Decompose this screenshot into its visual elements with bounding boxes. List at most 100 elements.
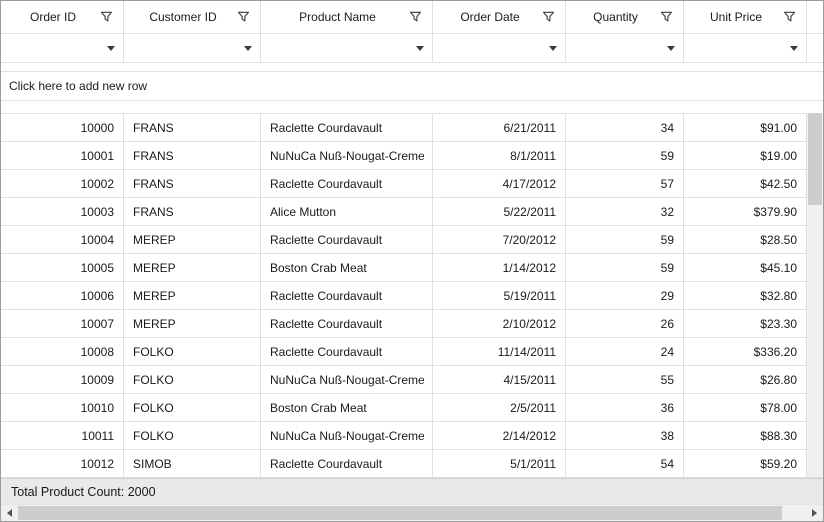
filter-cell-order_id[interactable] <box>1 34 124 62</box>
cell-customer_id[interactable]: FOLKO <box>124 366 261 393</box>
table-row[interactable]: 10012 SIMOB Raclette Courdavault 5/1/2011 54… <box>1 450 823 478</box>
filter-funnel-icon[interactable] <box>100 11 113 24</box>
table-row[interactable]: 10008 FOLKO Raclette Courdavault 11/14/2011… <box>1 338 823 366</box>
cell-product_name[interactable]: NuNuCa Nuß-Nougat-Creme <box>261 422 433 449</box>
cell-unit_price[interactable]: $78.00 <box>684 394 807 421</box>
vertical-scrollbar[interactable] <box>807 113 823 477</box>
cell-customer_id[interactable]: FOLKO <box>124 422 261 449</box>
column-header-customer_id[interactable]: Customer ID <box>124 1 261 33</box>
filter-funnel-icon[interactable] <box>237 11 250 24</box>
cell-customer_id[interactable]: FRANS <box>124 198 261 225</box>
cell-product_name[interactable]: Boston Crab Meat <box>261 394 433 421</box>
filter-cell-unit_price[interactable] <box>684 34 807 62</box>
table-row[interactable]: 10003 FRANS Alice Mutton 5/22/2011 32 $379.90 <box>1 198 823 226</box>
cell-product_name[interactable]: Alice Mutton <box>261 198 433 225</box>
cell-product_name[interactable]: Raclette Courdavault <box>261 338 433 365</box>
cell-customer_id[interactable]: MEREP <box>124 310 261 337</box>
cell-order_id[interactable]: 10002 <box>1 170 124 197</box>
filter-funnel-icon[interactable] <box>542 11 555 24</box>
table-row[interactable]: 10004 MEREP Raclette Courdavault 7/20/2012 5… <box>1 226 823 254</box>
cell-order_date[interactable]: 11/14/2011 <box>433 338 566 365</box>
cell-quantity[interactable]: 29 <box>566 282 684 309</box>
filter-cell-order_date[interactable] <box>433 34 566 62</box>
filter-cell-product_name[interactable] <box>261 34 433 62</box>
horizontal-scroll-thumb[interactable] <box>18 506 783 520</box>
column-header-product_name[interactable]: Product Name <box>261 1 433 33</box>
cell-quantity[interactable]: 32 <box>566 198 684 225</box>
cell-product_name[interactable]: Raclette Courdavault <box>261 114 433 141</box>
cell-order_date[interactable]: 5/19/2011 <box>433 282 566 309</box>
table-row[interactable]: 10001 FRANS NuNuCa Nuß-Nougat-Creme 8/1/201… <box>1 142 823 170</box>
cell-order_date[interactable]: 2/10/2012 <box>433 310 566 337</box>
cell-order_id[interactable]: 10010 <box>1 394 124 421</box>
cell-quantity[interactable]: 24 <box>566 338 684 365</box>
cell-quantity[interactable]: 59 <box>566 226 684 253</box>
filter-dropdown-button[interactable] <box>541 34 565 62</box>
horizontal-scroll-track[interactable] <box>18 505 806 521</box>
cell-unit_price[interactable]: $19.00 <box>684 142 807 169</box>
table-row[interactable]: 10009 FOLKO NuNuCa Nuß-Nougat-Creme 4/15/20… <box>1 366 823 394</box>
cell-quantity[interactable]: 26 <box>566 310 684 337</box>
cell-customer_id[interactable]: MEREP <box>124 254 261 281</box>
cell-product_name[interactable]: Raclette Courdavault <box>261 226 433 253</box>
filter-dropdown-button[interactable] <box>99 34 123 62</box>
cell-customer_id[interactable]: FOLKO <box>124 394 261 421</box>
cell-unit_price[interactable]: $32.80 <box>684 282 807 309</box>
cell-product_name[interactable]: Boston Crab Meat <box>261 254 433 281</box>
cell-order_id[interactable]: 10001 <box>1 142 124 169</box>
cell-unit_price[interactable]: $23.30 <box>684 310 807 337</box>
table-row[interactable]: 10010 FOLKO Boston Crab Meat 2/5/2011 36 $78.… <box>1 394 823 422</box>
table-row[interactable]: 10005 MEREP Boston Crab Meat 1/14/2012 59 $45… <box>1 254 823 282</box>
cell-order_date[interactable]: 5/22/2011 <box>433 198 566 225</box>
cell-customer_id[interactable]: SIMOB <box>124 450 261 477</box>
table-row[interactable]: 10007 MEREP Raclette Courdavault 2/10/2012 2… <box>1 310 823 338</box>
cell-quantity[interactable]: 38 <box>566 422 684 449</box>
cell-quantity[interactable]: 57 <box>566 170 684 197</box>
scroll-left-button[interactable] <box>1 505 18 521</box>
table-row[interactable]: 10000 FRANS Raclette Courdavault 6/21/2011 3… <box>1 114 823 142</box>
filter-funnel-icon[interactable] <box>409 11 422 24</box>
cell-quantity[interactable]: 55 <box>566 366 684 393</box>
cell-customer_id[interactable]: FRANS <box>124 170 261 197</box>
filter-cell-customer_id[interactable] <box>124 34 261 62</box>
cell-order_date[interactable]: 5/1/2011 <box>433 450 566 477</box>
cell-order_id[interactable]: 10000 <box>1 114 124 141</box>
filter-cell-quantity[interactable] <box>566 34 684 62</box>
cell-order_date[interactable]: 2/14/2012 <box>433 422 566 449</box>
cell-customer_id[interactable]: MEREP <box>124 282 261 309</box>
cell-order_id[interactable]: 10009 <box>1 366 124 393</box>
cell-unit_price[interactable]: $59.20 <box>684 450 807 477</box>
filter-funnel-icon[interactable] <box>660 11 673 24</box>
cell-product_name[interactable]: Raclette Courdavault <box>261 450 433 477</box>
filter-funnel-icon[interactable] <box>783 11 796 24</box>
cell-product_name[interactable]: Raclette Courdavault <box>261 310 433 337</box>
cell-order_id[interactable]: 10003 <box>1 198 124 225</box>
table-row[interactable]: 10002 FRANS Raclette Courdavault 4/17/2012 5… <box>1 170 823 198</box>
cell-unit_price[interactable]: $336.20 <box>684 338 807 365</box>
cell-unit_price[interactable]: $45.10 <box>684 254 807 281</box>
cell-order_id[interactable]: 10006 <box>1 282 124 309</box>
column-header-order_id[interactable]: Order ID <box>1 1 124 33</box>
cell-order_id[interactable]: 10011 <box>1 422 124 449</box>
cell-customer_id[interactable]: FRANS <box>124 142 261 169</box>
cell-order_id[interactable]: 10004 <box>1 226 124 253</box>
cell-unit_price[interactable]: $26.80 <box>684 366 807 393</box>
vertical-scroll-thumb[interactable] <box>808 113 822 205</box>
cell-quantity[interactable]: 36 <box>566 394 684 421</box>
cell-quantity[interactable]: 34 <box>566 114 684 141</box>
add-new-row[interactable]: Click here to add new row <box>1 71 823 101</box>
cell-unit_price[interactable]: $379.90 <box>684 198 807 225</box>
cell-order_id[interactable]: 10007 <box>1 310 124 337</box>
cell-unit_price[interactable]: $28.50 <box>684 226 807 253</box>
cell-order_date[interactable]: 6/21/2011 <box>433 114 566 141</box>
filter-dropdown-button[interactable] <box>408 34 432 62</box>
cell-order_date[interactable]: 4/15/2011 <box>433 366 566 393</box>
cell-product_name[interactable]: NuNuCa Nuß-Nougat-Creme <box>261 142 433 169</box>
cell-order_id[interactable]: 10012 <box>1 450 124 477</box>
filter-dropdown-button[interactable] <box>782 34 806 62</box>
cell-order_id[interactable]: 10005 <box>1 254 124 281</box>
cell-quantity[interactable]: 59 <box>566 142 684 169</box>
cell-quantity[interactable]: 59 <box>566 254 684 281</box>
cell-product_name[interactable]: Raclette Courdavault <box>261 170 433 197</box>
cell-order_date[interactable]: 2/5/2011 <box>433 394 566 421</box>
